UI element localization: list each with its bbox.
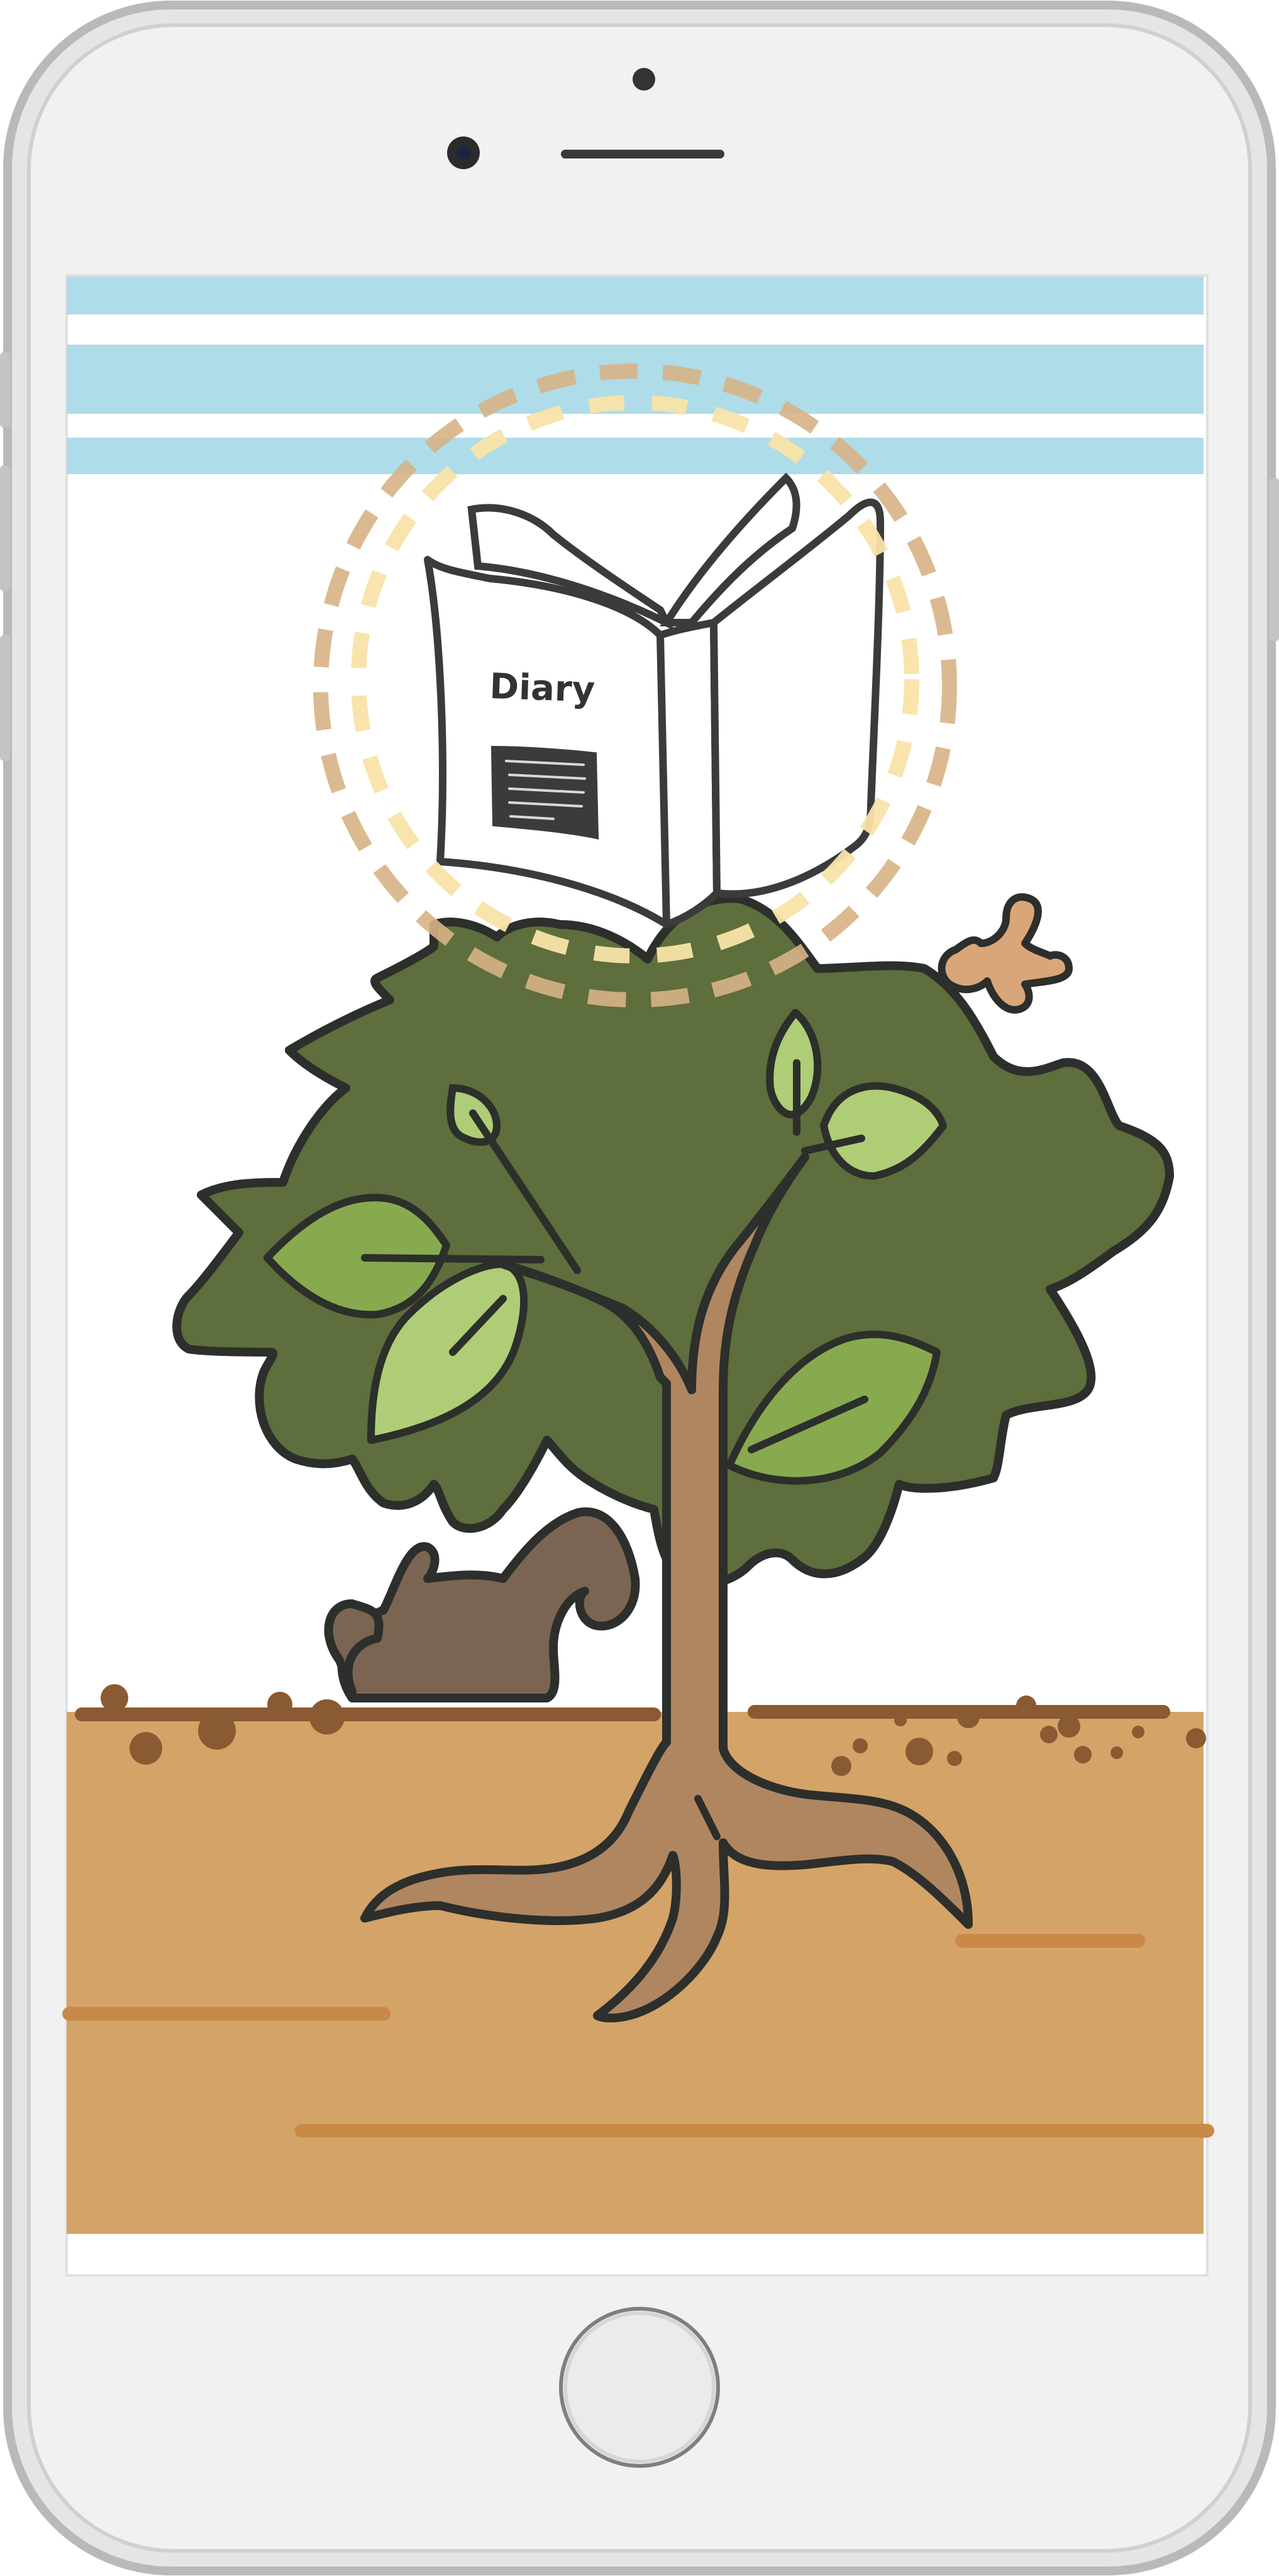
camera-icon: [633, 68, 655, 91]
sky-stripe-1: [67, 277, 1204, 314]
phone-illustration: Diary: [0, 0, 1279, 2576]
sky-stripe-2: [67, 345, 1204, 414]
power-button[interactable]: [1269, 478, 1279, 641]
volume-button-down[interactable]: [0, 465, 10, 591]
book-title: Diary: [489, 666, 596, 711]
volume-button-extra[interactable]: [0, 635, 10, 761]
home-button-icon[interactable]: [559, 2307, 720, 2468]
sky-stripe-3: [67, 438, 1204, 474]
volume-button-up[interactable]: [0, 352, 10, 428]
speaker-icon: [561, 150, 724, 158]
phone-svg: Diary: [0, 1, 1279, 2575]
